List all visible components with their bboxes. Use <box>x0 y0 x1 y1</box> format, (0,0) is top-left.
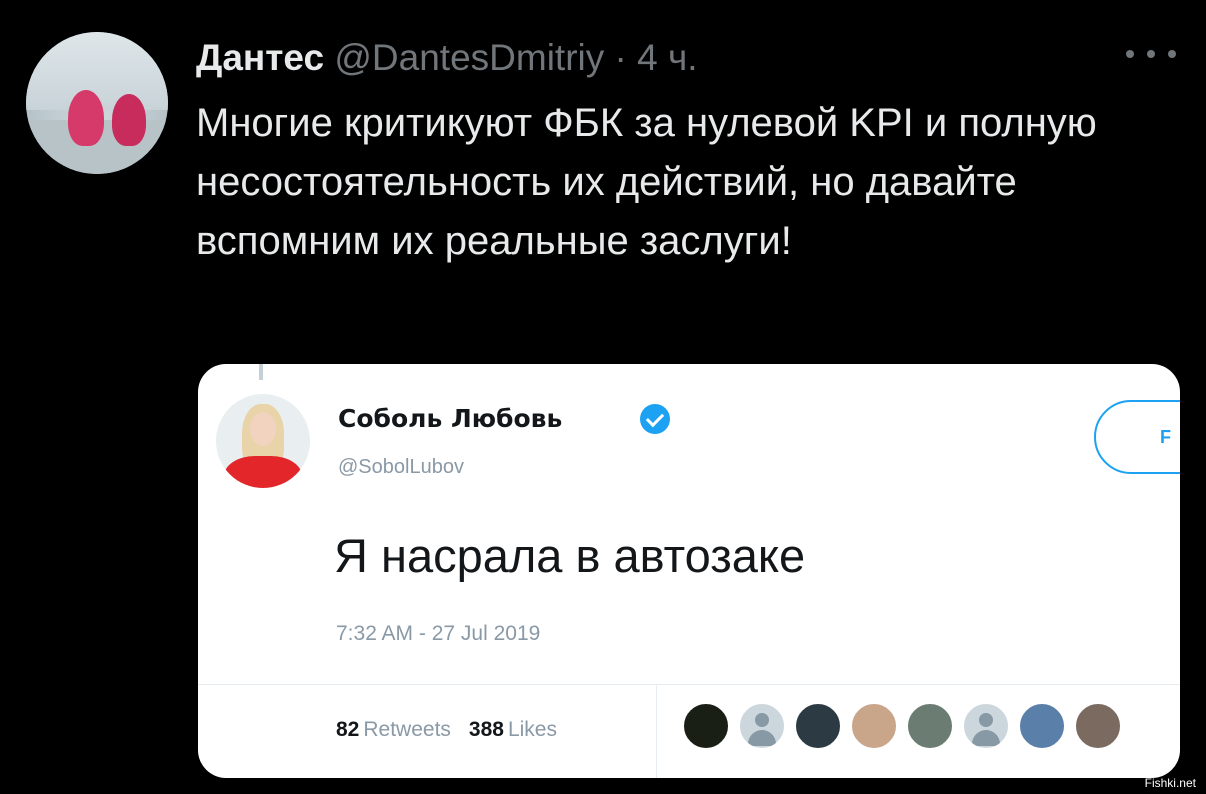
avatar-photo-icon <box>906 702 954 750</box>
quoted-author-name: Соболь Любовь <box>338 404 563 433</box>
avatar-face <box>250 412 276 446</box>
avatar-photo-icon <box>1074 702 1122 750</box>
stats-vertical-divider <box>656 684 657 778</box>
quoted-author-handle: @SobolLubov <box>338 456 464 478</box>
tweet-header: Дантес @DantesDmitriy · 4 ч. <box>196 36 698 80</box>
thread-line <box>259 364 263 380</box>
quoted-tweet-date: 7:32 AM - 27 Jul 2019 <box>336 622 541 645</box>
avatar-photo-icon <box>794 702 842 750</box>
retweets-label: Retweets <box>363 718 451 741</box>
more-options-icon[interactable] <box>1126 50 1176 58</box>
avatar-figure <box>112 94 146 146</box>
author-handle[interactable]: @DantesDmitriy <box>334 37 604 78</box>
quoted-tweet-screenshot[interactable]: Соболь Любовь @SobolLubov F Я насрала в … <box>198 364 1180 778</box>
avatar-placeholder-icon <box>962 702 1010 750</box>
more-dot <box>1168 50 1176 58</box>
likes-count: 388 <box>468 718 504 741</box>
author-name[interactable]: Дантес <box>196 37 324 78</box>
quoted-tweet-text: Я насрала в автозаке <box>334 529 806 582</box>
separator-dot: · <box>614 37 627 78</box>
engagement-stats: 82 Retweets 388 Likes <box>336 718 575 742</box>
avatar-photo-icon <box>1018 702 1066 750</box>
more-dot <box>1147 50 1155 58</box>
avatar-placeholder-icon <box>738 702 786 750</box>
more-dot <box>1126 50 1134 58</box>
follow-button: F <box>1094 400 1180 474</box>
verified-badge-icon <box>640 404 670 434</box>
tweet-text: Многие критикуют ФБК за нулевой KPI и по… <box>196 101 1097 263</box>
retweets-count: 82 <box>336 718 360 741</box>
author-avatar[interactable] <box>26 32 168 174</box>
tweet-timestamp[interactable]: 4 ч. <box>637 37 697 78</box>
avatar-figure <box>68 90 104 146</box>
avatar-photo-icon <box>850 702 898 750</box>
avatar-dark-icon <box>682 702 730 750</box>
stats-divider <box>198 684 1180 685</box>
watermark: Fishki.net <box>1144 776 1196 790</box>
quoted-author-avatar <box>216 394 310 488</box>
avatar-shirt <box>224 456 302 488</box>
likes-label: Likes <box>507 718 557 741</box>
